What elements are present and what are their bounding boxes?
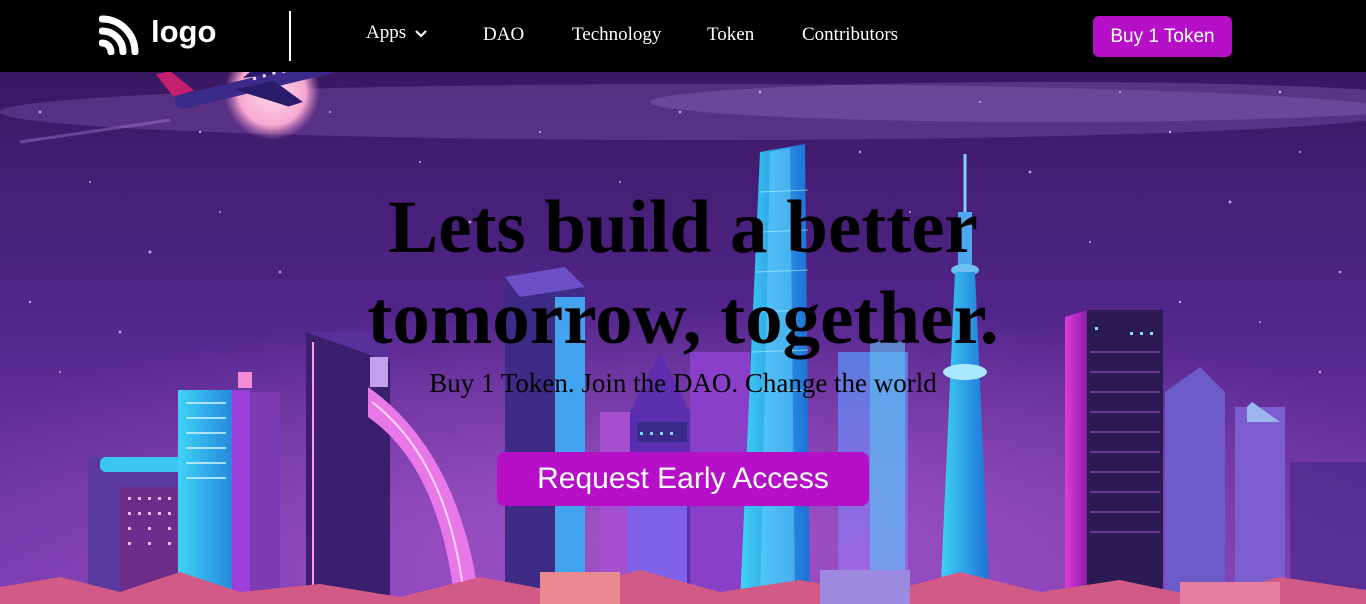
hero-headline-line2: tomorrow, together.: [367, 277, 999, 360]
nav-apps-label: Apps: [366, 21, 407, 43]
buy-token-button[interactable]: Buy 1 Token: [1093, 16, 1232, 57]
nav-technology[interactable]: Technology: [572, 24, 661, 46]
hero-headline: Lets build a better tomorrow, together.: [0, 182, 1366, 364]
nav-divider: [289, 11, 291, 61]
nav-contributors[interactable]: Contributors: [802, 24, 898, 46]
logo-text: logo: [151, 14, 217, 49]
brand-logo[interactable]: logo: [99, 12, 216, 56]
rss-wave-logo-icon: [99, 15, 139, 55]
nav-token[interactable]: Token: [707, 24, 754, 46]
top-navbar: logo Apps DAO Technology Token Contribut…: [0, 0, 1366, 72]
nav-apps-dropdown[interactable]: Apps: [366, 21, 427, 44]
chevron-down-icon: [415, 22, 427, 44]
hero-subtitle: Buy 1 Token. Join the DAO. Change the wo…: [429, 368, 937, 398]
request-early-access-button[interactable]: Request Early Access: [497, 452, 869, 506]
hero-headline-line1: Lets build a better: [388, 186, 978, 269]
hero-section: Lets build a better tomorrow, together. …: [0, 72, 1366, 604]
nav-dao[interactable]: DAO: [483, 24, 524, 46]
